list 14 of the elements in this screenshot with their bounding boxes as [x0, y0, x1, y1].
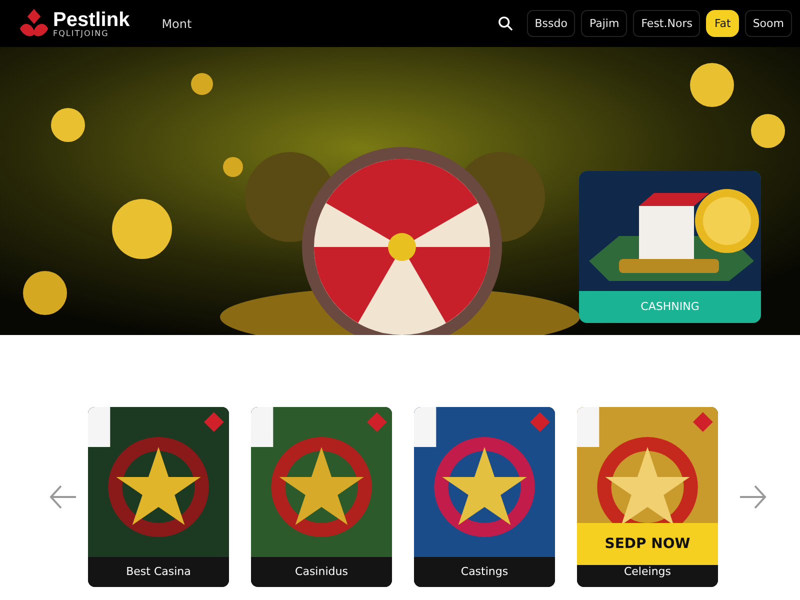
game-card[interactable]: Castings	[414, 407, 555, 587]
game-card[interactable]: Casinidus	[251, 407, 392, 587]
nav-button[interactable]: Pajim	[581, 10, 628, 37]
game-card[interactable]: SEDP NOW Celeings	[577, 407, 718, 587]
search-icon[interactable]	[498, 16, 513, 31]
nav-button[interactable]: Fat	[706, 10, 739, 37]
logo-tagline: FQLITJOING	[53, 30, 110, 38]
cta-button[interactable]: SEDP NOW	[577, 523, 718, 565]
nav-button[interactable]: Soom	[744, 10, 792, 37]
logo-name: Pestlink	[53, 10, 130, 30]
nav-button[interactable]: Fest.Nors	[633, 10, 700, 37]
nav-button[interactable]: Bssdo	[526, 10, 576, 37]
game-card[interactable]: Best Casina	[88, 407, 229, 587]
menu-link[interactable]: Mont	[162, 16, 192, 30]
